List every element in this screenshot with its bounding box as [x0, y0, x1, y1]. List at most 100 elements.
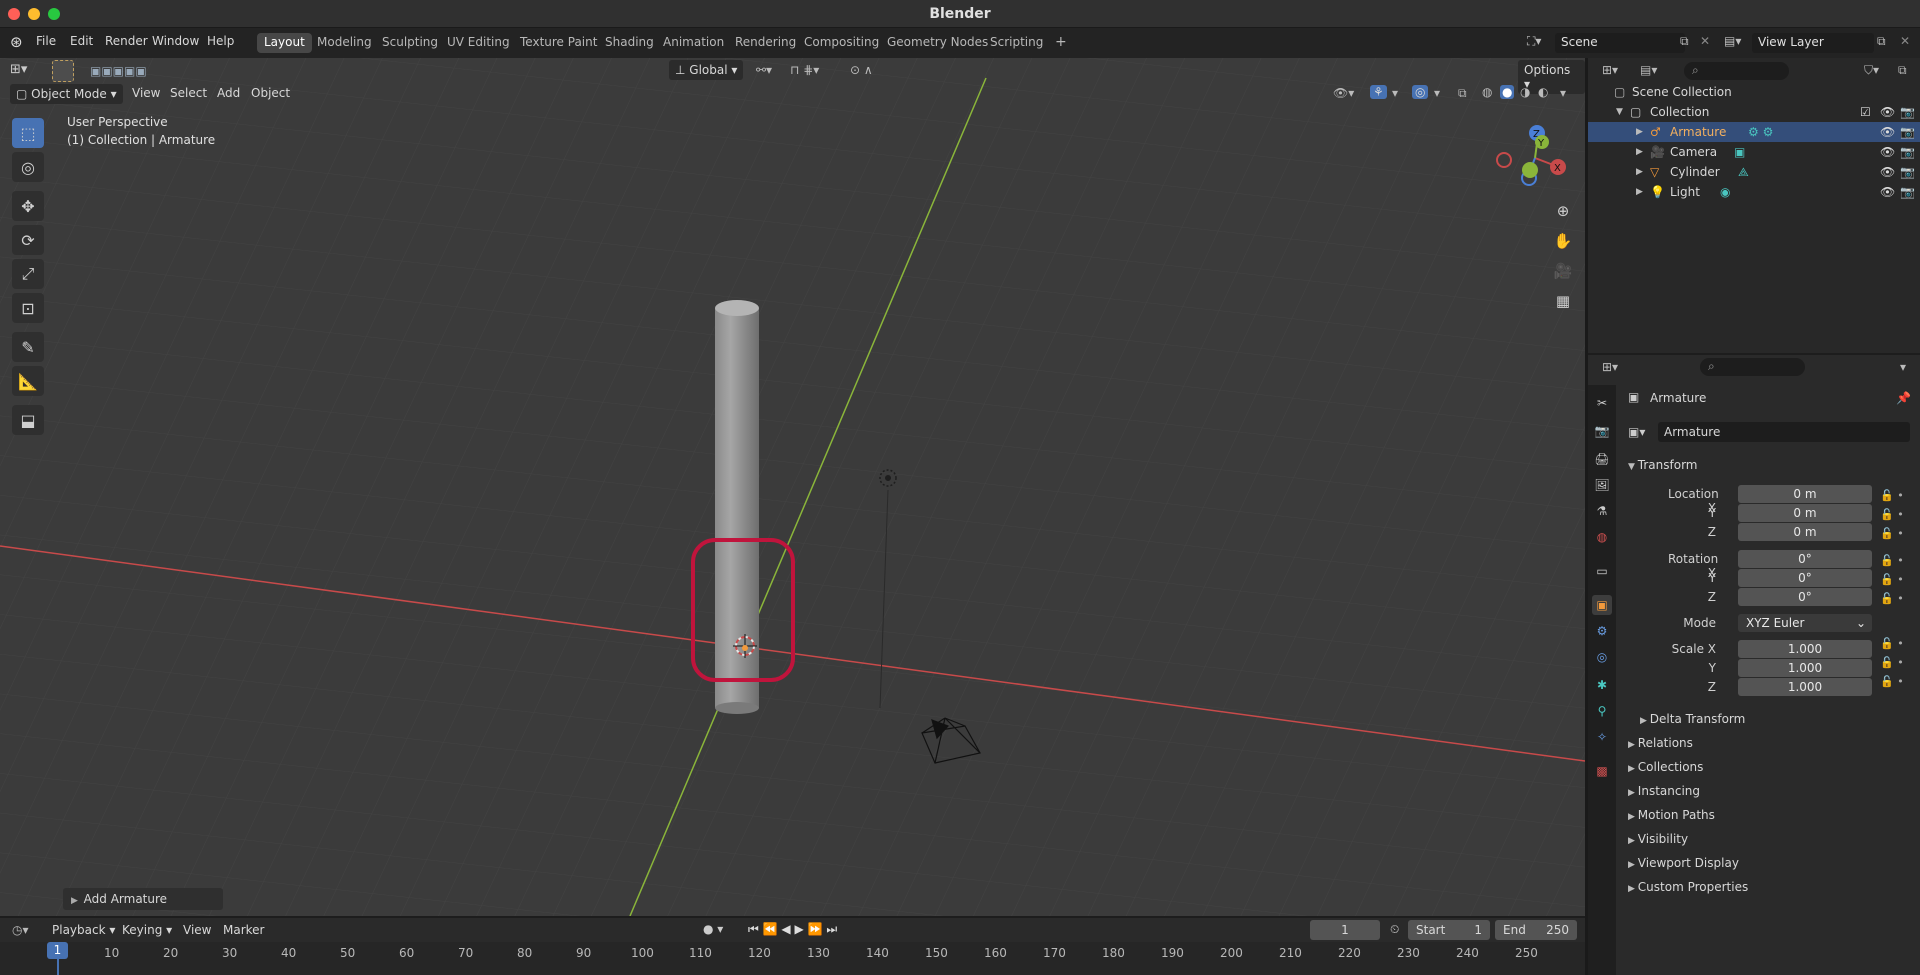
object-name-field[interactable]: Armature — [1658, 422, 1910, 442]
collection-tab-icon[interactable]: ▭ — [1592, 561, 1612, 581]
xray-toggle-icon[interactable]: ⧉ — [1458, 86, 1467, 101]
delete-view-layer-icon[interactable]: ✕ — [1900, 34, 1910, 48]
menu-window[interactable]: Window — [152, 34, 199, 48]
viewport-menu-select[interactable]: Select — [170, 86, 207, 100]
area-divider[interactable] — [1585, 58, 1588, 975]
viewport-menu-view[interactable]: View — [132, 86, 160, 100]
playhead-frame-indicator[interactable]: 1 — [47, 942, 68, 959]
viewport-menu-object[interactable]: Object — [251, 86, 290, 100]
move-tool-button[interactable]: ✥ — [12, 191, 44, 221]
relations-section-header[interactable]: ▶ Relations — [1628, 736, 1693, 750]
outliner-item-camera[interactable]: ▶ 🎥 Camera ▣ 👁 📷 — [1588, 142, 1920, 162]
add-cube-tool-button[interactable]: ⬓ — [12, 405, 44, 435]
snap-icon[interactable]: ⊓ ⋕▾ — [790, 63, 819, 77]
timeline-menu-playback[interactable]: Playback ▾ — [52, 923, 115, 937]
editor-type-icon[interactable]: ⊞▾ — [10, 62, 27, 77]
material-shading-icon[interactable]: ◑ — [1520, 85, 1530, 99]
menu-edit[interactable]: Edit — [70, 34, 93, 48]
rotation-z-field[interactable]: 0° — [1738, 588, 1872, 606]
playback-controls[interactable]: ⏮ ⏪ ◀ ▶ ⏩ ⏭ — [748, 922, 837, 937]
next-keyframe-icon[interactable]: ⏩ — [808, 922, 823, 936]
texture-tab-icon[interactable]: ▩ — [1592, 761, 1612, 781]
tab-rendering[interactable]: Rendering — [728, 33, 803, 53]
transform-lock-icons[interactable]: 🔓 • 🔓 • 🔓 • 🔓 • 🔓 • 🔓 • 🔓 • 🔓 • 🔓 • — [1880, 486, 1904, 691]
shading-dropdown-icon[interactable]: ▾ — [1560, 86, 1566, 100]
end-frame-field[interactable]: End 250 — [1495, 920, 1577, 940]
last-operator-panel[interactable]: ▶ Add Armature — [63, 888, 223, 910]
visibility-filter-icon[interactable]: 👁▾ — [1333, 86, 1354, 100]
modifier-tab-icon[interactable]: ⚙ — [1592, 621, 1612, 641]
transform-orientation-dropdown[interactable]: ⊥ Global ▾ — [669, 60, 744, 80]
output-tab-icon[interactable]: 🖨 — [1592, 449, 1612, 469]
new-view-layer-icon[interactable]: ⧉ — [1877, 34, 1886, 49]
render-camera-icon[interactable]: 📷 — [1900, 125, 1915, 139]
properties-options-icon[interactable]: ▾ — [1900, 360, 1906, 374]
measure-tool-button[interactable]: 📐 — [12, 366, 44, 396]
transform-tool-button[interactable]: ⊡ — [12, 293, 44, 323]
view-layer-tab-icon[interactable]: 🖼 — [1592, 475, 1612, 495]
selection-mode-icons[interactable]: ▣▣▣▣▣ — [90, 64, 147, 78]
timeline-menu-marker[interactable]: Marker — [223, 923, 264, 937]
tab-layout[interactable]: Layout — [257, 33, 312, 53]
viewport-menu-add[interactable]: Add — [217, 86, 240, 100]
new-scene-icon[interactable]: ⧉ — [1680, 34, 1689, 49]
gizmo-neg-x[interactable] — [1496, 152, 1512, 168]
outliner-collection-row[interactable]: ▼ ▢ Collection ☑ 👁 📷 — [1588, 102, 1920, 122]
physics-tab-icon[interactable]: ◎ — [1592, 647, 1612, 667]
expand-arrow-icon[interactable]: ▶ — [1636, 127, 1643, 137]
visibility-eye-icon[interactable]: 👁 — [1880, 125, 1895, 139]
rendered-shading-icon[interactable]: ◐ — [1538, 85, 1548, 99]
transform-section-header[interactable]: ▼ Transform — [1628, 458, 1698, 472]
pin-icon[interactable]: 📌 — [1896, 391, 1911, 405]
object-tab-icon[interactable]: ▣ — [1592, 595, 1612, 615]
render-camera-icon[interactable]: 📷 — [1900, 185, 1915, 199]
bone-tab-icon[interactable]: ✧ — [1592, 727, 1612, 747]
expand-arrow-icon[interactable]: ▶ — [1636, 167, 1643, 177]
time-icon[interactable]: ⏲ — [1390, 922, 1399, 937]
navigation-gizmo[interactable]: X Z Y — [1490, 118, 1580, 198]
lock-icon[interactable]: 🔓 • — [1880, 589, 1904, 608]
current-frame-field[interactable]: 1 — [1310, 920, 1380, 940]
location-x-field[interactable]: 0 m — [1738, 485, 1872, 503]
viewport-scene-canvas[interactable] — [0, 58, 1585, 916]
render-tab-icon[interactable]: 📷 — [1592, 421, 1612, 441]
location-z-field[interactable]: 0 m — [1738, 523, 1872, 541]
jump-start-icon[interactable]: ⏮ — [748, 922, 759, 936]
rotation-mode-dropdown[interactable]: XYZ Euler ⌄ — [1738, 614, 1872, 632]
exclude-checkbox-icon[interactable]: ☑ — [1860, 105, 1871, 119]
scene-name-field[interactable]: Scene — [1555, 33, 1685, 53]
lock-icon[interactable]: 🔓 • — [1880, 524, 1904, 543]
rotation-x-field[interactable]: 0° — [1738, 550, 1872, 568]
play-icon[interactable]: ▶ — [794, 922, 803, 936]
outliner-item-light[interactable]: ▶ 💡 Light ◉ 👁 📷 — [1588, 182, 1920, 202]
lock-icon[interactable]: 🔓 • — [1880, 634, 1904, 653]
menu-render[interactable]: Render — [105, 34, 148, 48]
scene-tab-icon[interactable]: ⚗ — [1592, 501, 1612, 521]
render-camera-icon[interactable]: 📷 — [1900, 145, 1915, 159]
lock-icon[interactable]: 🔓 • — [1880, 551, 1904, 570]
tab-sculpting[interactable]: Sculpting — [375, 33, 445, 53]
annotate-tool-button[interactable]: ✎ — [12, 332, 44, 362]
gizmo-toggle-icon[interactable]: ⚘ — [1370, 85, 1387, 99]
add-workspace-icon[interactable]: + — [1048, 32, 1074, 52]
auto-keying-icon[interactable]: ● ▾ — [703, 922, 723, 936]
properties-editor-type-icon[interactable]: ⊞▾ — [1602, 360, 1618, 374]
lock-icon[interactable]: 🔓 • — [1880, 653, 1904, 672]
rotation-y-field[interactable]: 0° — [1738, 569, 1872, 587]
visibility-eye-icon[interactable]: 👁 — [1880, 145, 1895, 159]
visibility-eye-icon[interactable]: 👁 — [1880, 185, 1895, 199]
scale-z-field[interactable]: 1.000 — [1738, 678, 1872, 696]
play-reverse-icon[interactable]: ◀ — [781, 922, 790, 936]
timeline-editor-type-icon[interactable]: ◷▾ — [12, 923, 29, 937]
lock-icon[interactable]: 🔓 • — [1880, 505, 1904, 524]
prev-keyframe-icon[interactable]: ⏪ — [763, 922, 778, 936]
scale-y-field[interactable]: 1.000 — [1738, 659, 1872, 677]
custom-properties-section-header[interactable]: ▶ Custom Properties — [1628, 880, 1748, 894]
lock-icon[interactable]: 🔓 • — [1880, 570, 1904, 589]
world-tab-icon[interactable]: ◍ — [1592, 527, 1612, 547]
tab-shading[interactable]: Shading — [598, 33, 661, 53]
select-box-tool-icon[interactable] — [52, 60, 74, 82]
overlays-dropdown-icon[interactable]: ▾ — [1434, 86, 1440, 100]
mode-dropdown[interactable]: ▢ Object Mode ▾ — [10, 84, 123, 104]
wireframe-shading-icon[interactable]: ◍ — [1482, 85, 1492, 99]
